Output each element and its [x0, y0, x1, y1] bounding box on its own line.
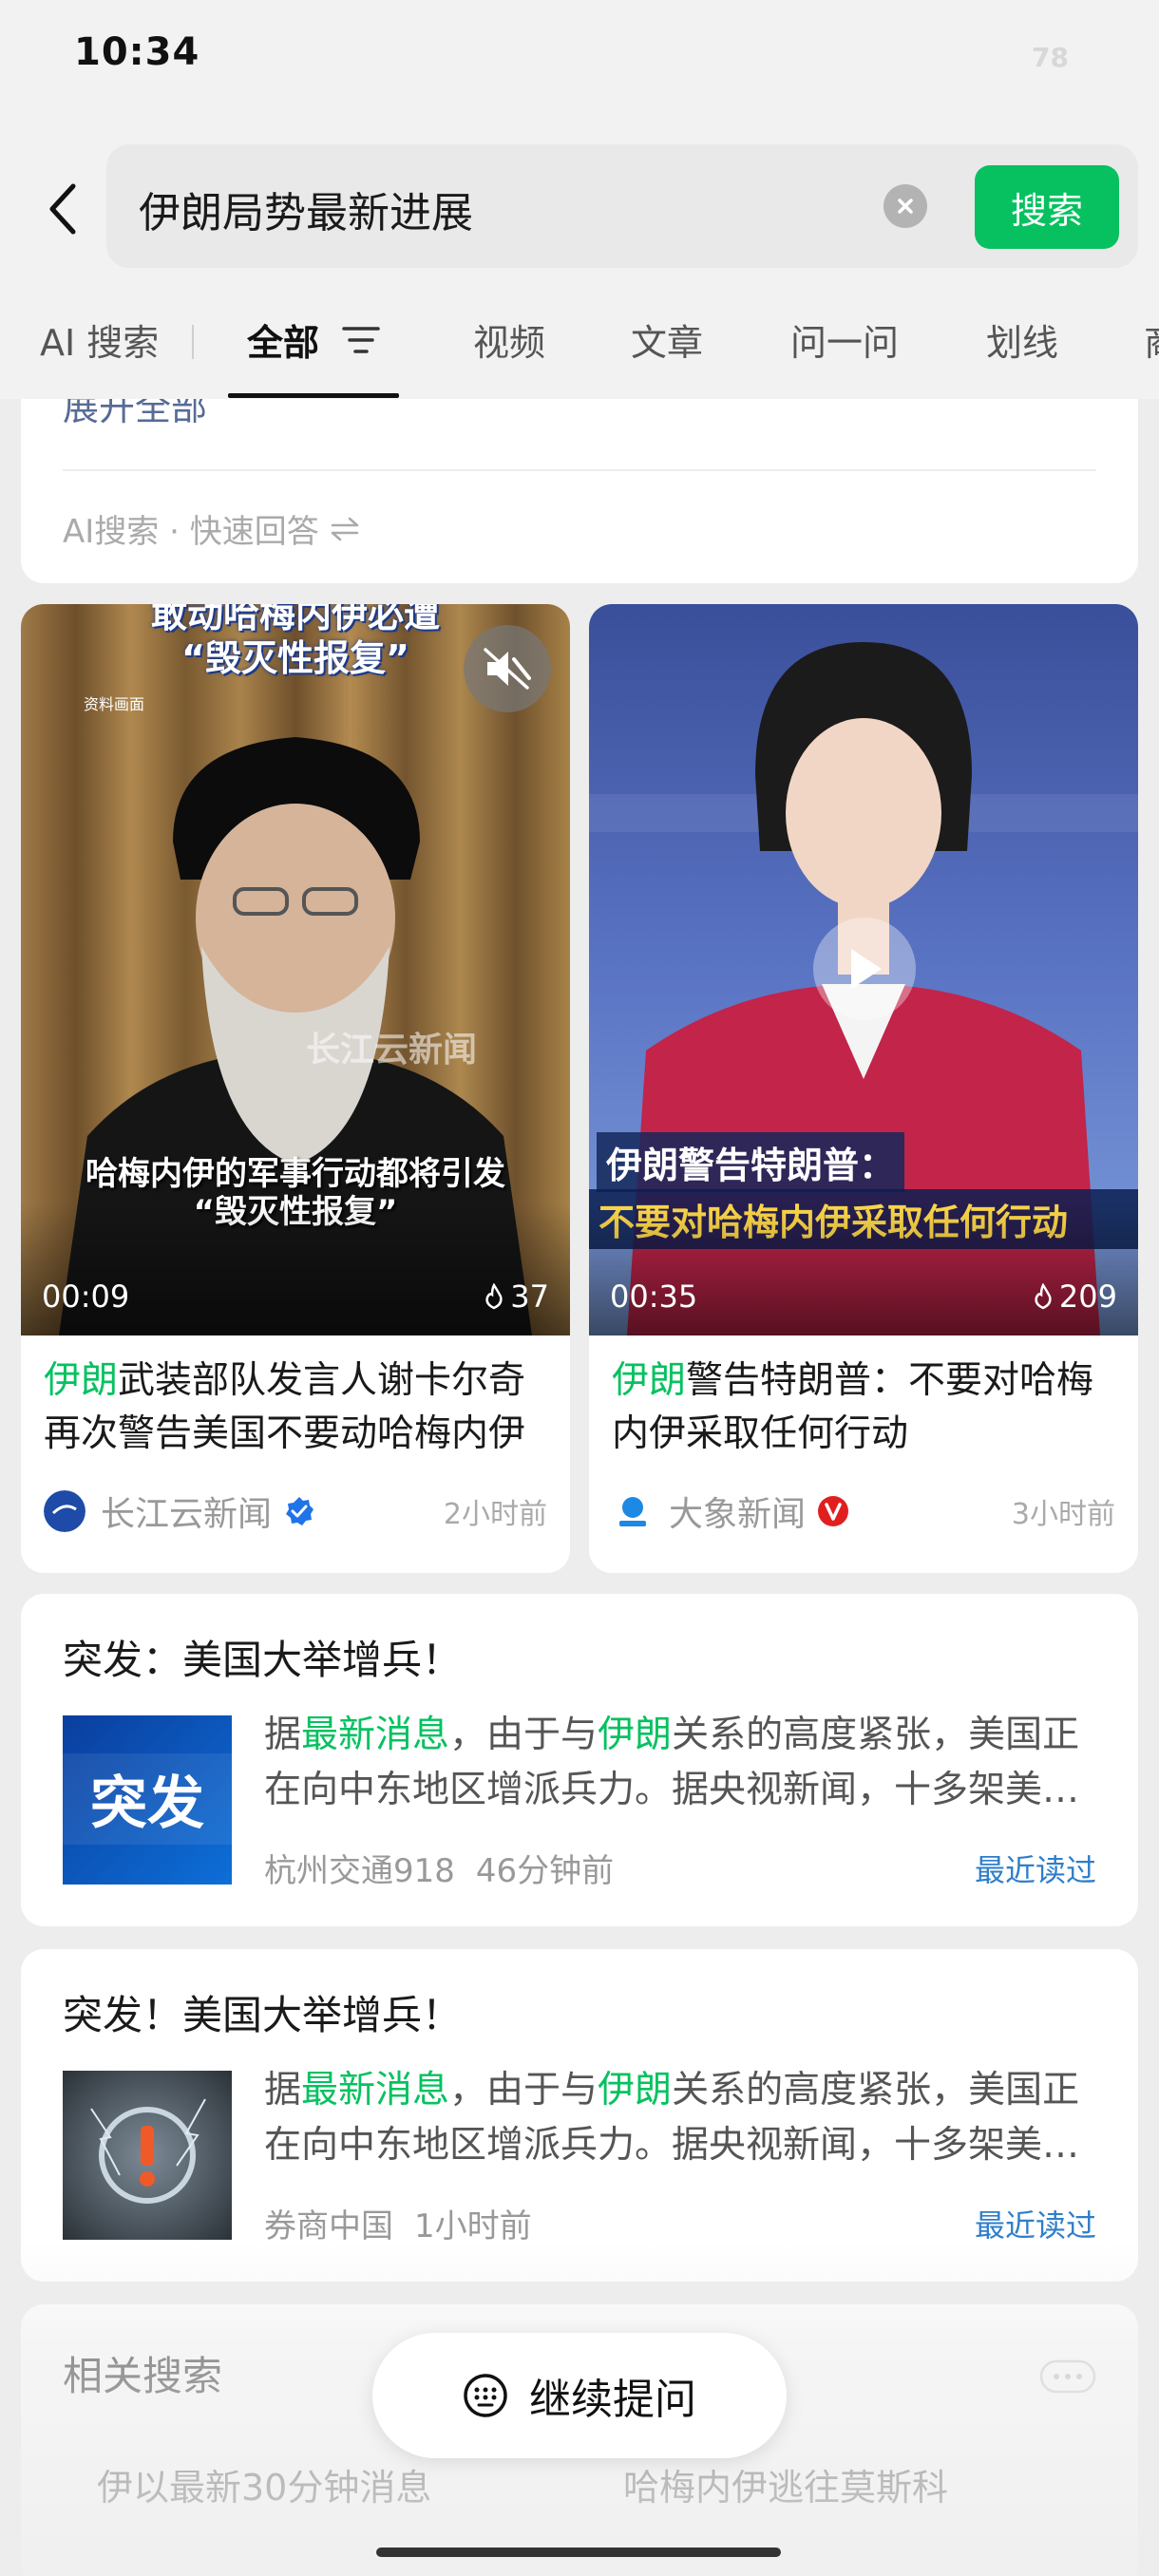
article-meta: 杭州交通918 46分钟前 — [264, 1845, 614, 1891]
watermark: 长江云新闻 — [306, 1031, 478, 1070]
related-search-item[interactable]: 伊以最新30分钟消息 — [97, 2458, 431, 2510]
source-tag: 资料画面 — [84, 695, 145, 713]
article-time: 46分钟前 — [475, 1852, 615, 1890]
tab-ai-search[interactable]: AI 搜索 — [40, 313, 159, 366]
tab-more[interactable]: 商 — [1144, 313, 1159, 366]
avatar[interactable] — [44, 1490, 86, 1532]
avatar[interactable] — [612, 1490, 654, 1532]
video-time: 3小时前 — [1011, 1498, 1115, 1531]
mute-button[interactable] — [464, 625, 551, 712]
speaker-muted-icon — [484, 648, 531, 690]
ai-answer-card: 展开全部 AI搜索 · 快速回答 — [21, 399, 1138, 583]
article-source[interactable]: 券商中国 — [264, 2207, 393, 2245]
back-arrow-icon — [49, 183, 76, 235]
search-box[interactable]: 伊朗局势最新进展 搜索 — [106, 144, 1138, 268]
article-title[interactable]: 突发：美国大举增兵！ — [63, 1628, 462, 1686]
related-search-title: 相关搜索 — [63, 2353, 223, 2399]
thumbnail-text: 突发 — [90, 1771, 204, 1837]
continue-asking-button[interactable]: 继续提问 — [372, 2333, 787, 2458]
search-button[interactable]: 搜索 — [975, 165, 1119, 249]
title-highlight: 伊朗 — [612, 1359, 687, 1402]
summary-text: 据 — [264, 1714, 302, 1756]
title-highlight: 伊朗 — [44, 1359, 119, 1402]
divider — [63, 469, 1096, 471]
video-thumbnail[interactable]: 资料画面 敢动哈梅内伊必遭 “毁灭性报复” 长江云新闻 哈梅内伊的军事行动都将引… — [21, 604, 570, 1335]
close-icon — [898, 199, 913, 214]
filter-icon[interactable] — [342, 325, 380, 355]
search-input[interactable]: 伊朗局势最新进展 — [139, 179, 473, 239]
banner-line-1: 伊朗警告特朗普： — [597, 1132, 905, 1192]
video-time: 2小时前 — [443, 1498, 547, 1531]
article-time: 1小时前 — [414, 2207, 532, 2245]
view-count: 209 — [1058, 1279, 1117, 1315]
summary-highlight: 伊朗 — [598, 2069, 673, 2112]
article-card[interactable]: 突发！美国大举增兵！ 据最新消息，由于与伊朗关系的高度紧张，美国正在向中东地区增… — [21, 1949, 1138, 2282]
article-source[interactable]: 杭州交通918 — [264, 1852, 455, 1890]
article-summary: 据最新消息，由于与伊朗关系的高度紧张，美国正在向中东地区增派兵力。据央视新闻，十… — [264, 2063, 1112, 2173]
video-views: 37 — [484, 1279, 549, 1315]
tab-article[interactable]: 文章 — [631, 313, 703, 366]
video-thumbnail[interactable]: 伊朗警告特朗普： 不要对哈梅内伊采取任何行动 00:35 209 — [589, 604, 1138, 1335]
video-source[interactable]: 长江云新闻 — [101, 1487, 272, 1536]
article-card[interactable]: 突发：美国大举增兵！ 突发 据最新消息，由于与伊朗关系的高度紧张，美国正在向中东… — [21, 1594, 1138, 1926]
expand-all-link[interactable]: 展开全部 — [63, 399, 207, 430]
video-title[interactable]: 伊朗警告特朗普：不要对哈梅内伊采取任何行动 — [612, 1354, 1115, 1461]
alert-storm-image — [63, 2071, 232, 2240]
continue-asking-label: 继续提问 — [529, 2376, 696, 2424]
related-search-item[interactable]: 哈梅内伊逃往莫斯科 — [623, 2458, 948, 2510]
summary-text: ，由于与 — [449, 2069, 598, 2112]
status-time: 10:34 — [74, 30, 200, 74]
status-bar: 10:34 78 — [0, 0, 1159, 114]
summary-text: ，由于与 — [449, 1714, 598, 1756]
summary-text: 据 — [264, 2069, 302, 2112]
thumbnail-shade — [21, 1203, 570, 1335]
summary-highlight: 最新消息 — [301, 2069, 450, 2112]
video-card[interactable]: 资料画面 敢动哈梅内伊必遭 “毁灭性报复” 长江云新闻 哈梅内伊的军事行动都将引… — [21, 604, 570, 1573]
video-meta: 大象新闻 3小时前 — [612, 1487, 1115, 1535]
more-icon[interactable] — [1039, 2359, 1096, 2394]
clear-search-button[interactable] — [884, 184, 927, 228]
keyboard-icon — [464, 2374, 507, 2417]
search-header: 伊朗局势最新进展 搜索 — [0, 114, 1159, 285]
active-tab-indicator — [228, 393, 399, 398]
thumbnail-shade — [589, 1203, 1138, 1335]
play-button[interactable] — [813, 918, 916, 1020]
summary-highlight: 最新消息 — [301, 1714, 450, 1756]
view-count: 37 — [510, 1279, 549, 1315]
video-meta: 长江云新闻 2小时前 — [44, 1487, 547, 1535]
verified-badge-icon — [286, 1497, 314, 1525]
tab-video[interactable]: 视频 — [473, 313, 545, 366]
play-icon — [851, 949, 882, 989]
recently-read-label: 最近读过 — [974, 2207, 1096, 2244]
tab-highlight[interactable]: 划线 — [986, 313, 1058, 366]
video-title[interactable]: 伊朗武装部队发言人谢卡尔奇再次警告美国不要动哈梅内伊 — [44, 1354, 547, 1461]
tab-divider — [192, 325, 194, 359]
ai-footer-label: AI搜索 · 快速回答 — [63, 513, 319, 551]
article-meta: 券商中国 1小时前 — [264, 2200, 532, 2246]
video-source[interactable]: 大象新闻 — [669, 1487, 806, 1536]
video-duration: 00:35 — [610, 1279, 698, 1315]
ai-footer[interactable]: AI搜索 · 快速回答 — [63, 505, 361, 552]
video-card[interactable]: 伊朗警告特朗普： 不要对哈梅内伊采取任何行动 00:35 209 伊朗警告特朗普… — [589, 604, 1138, 1573]
flame-icon — [1035, 1283, 1052, 1310]
swap-icon — [331, 517, 358, 540]
summary-highlight: 伊朗 — [598, 1714, 673, 1756]
flame-icon — [485, 1283, 503, 1310]
back-button[interactable] — [34, 171, 91, 247]
tab-bar: AI 搜索 全部 视频 文章 问一问 划线 商 — [0, 285, 1159, 399]
home-indicator[interactable] — [376, 2548, 781, 2557]
verified-v-badge-icon — [818, 1496, 849, 1526]
article-thumbnail[interactable] — [63, 2071, 232, 2240]
video-duration: 00:09 — [42, 1279, 130, 1315]
tab-ask[interactable]: 问一问 — [790, 313, 899, 366]
video-views: 209 — [1033, 1279, 1117, 1315]
article-thumbnail[interactable]: 突发 — [63, 1715, 232, 1885]
recently-read-label: 最近读过 — [974, 1852, 1096, 1888]
article-summary: 据最新消息，由于与伊朗关系的高度紧张，美国正在向中东地区增派兵力。据央视新闻，十… — [264, 1708, 1112, 1818]
article-title[interactable]: 突发！美国大举增兵！ — [63, 1983, 462, 2041]
tab-all[interactable]: 全部 — [247, 313, 319, 366]
battery-level: 78 — [1032, 42, 1069, 73]
